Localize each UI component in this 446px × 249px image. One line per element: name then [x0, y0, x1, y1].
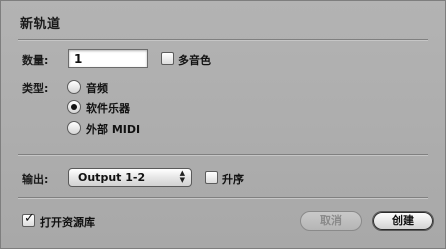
- multi-timbral-label: 多音色: [178, 54, 211, 67]
- separator: [18, 197, 428, 199]
- open-library-checkbox[interactable]: ✓: [22, 211, 35, 227]
- separator: [18, 154, 428, 156]
- dialog-title: 新轨道: [20, 17, 61, 32]
- open-library-label: 打开资源库: [40, 216, 95, 229]
- separator: [18, 39, 428, 41]
- ascending-checkbox[interactable]: [205, 171, 218, 184]
- radio-selected-dot: [71, 104, 77, 110]
- multi-timbral-checkbox[interactable]: [161, 52, 174, 65]
- type-radio-software-instrument[interactable]: [67, 100, 81, 114]
- cancel-button[interactable]: 取消: [300, 211, 362, 231]
- track-count-field[interactable]: 1: [68, 49, 148, 68]
- checkmark-icon: ✓: [24, 211, 35, 226]
- ascending-label: 升序: [222, 173, 244, 186]
- create-button[interactable]: 创建: [372, 211, 434, 231]
- output-popup[interactable]: Output 1-2 ▲ ▼: [68, 168, 192, 187]
- type-label: 类型:: [22, 82, 49, 95]
- count-label: 数量:: [22, 54, 49, 67]
- type-option-software-instrument: 软件乐器: [86, 102, 130, 115]
- output-value: Output 1-2: [78, 171, 146, 184]
- type-option-audio: 音频: [86, 82, 108, 95]
- new-track-dialog: 新轨道 数量: 1 多音色 类型: 音频 软件乐器 外部 MIDI 输出: Ou…: [0, 0, 446, 249]
- updown-arrows-icon: ▲ ▼: [179, 169, 185, 184]
- type-option-external-midi: 外部 MIDI: [86, 123, 141, 136]
- type-radio-external-midi[interactable]: [67, 121, 81, 135]
- output-label: 输出:: [22, 173, 49, 186]
- type-radio-audio[interactable]: [67, 80, 81, 94]
